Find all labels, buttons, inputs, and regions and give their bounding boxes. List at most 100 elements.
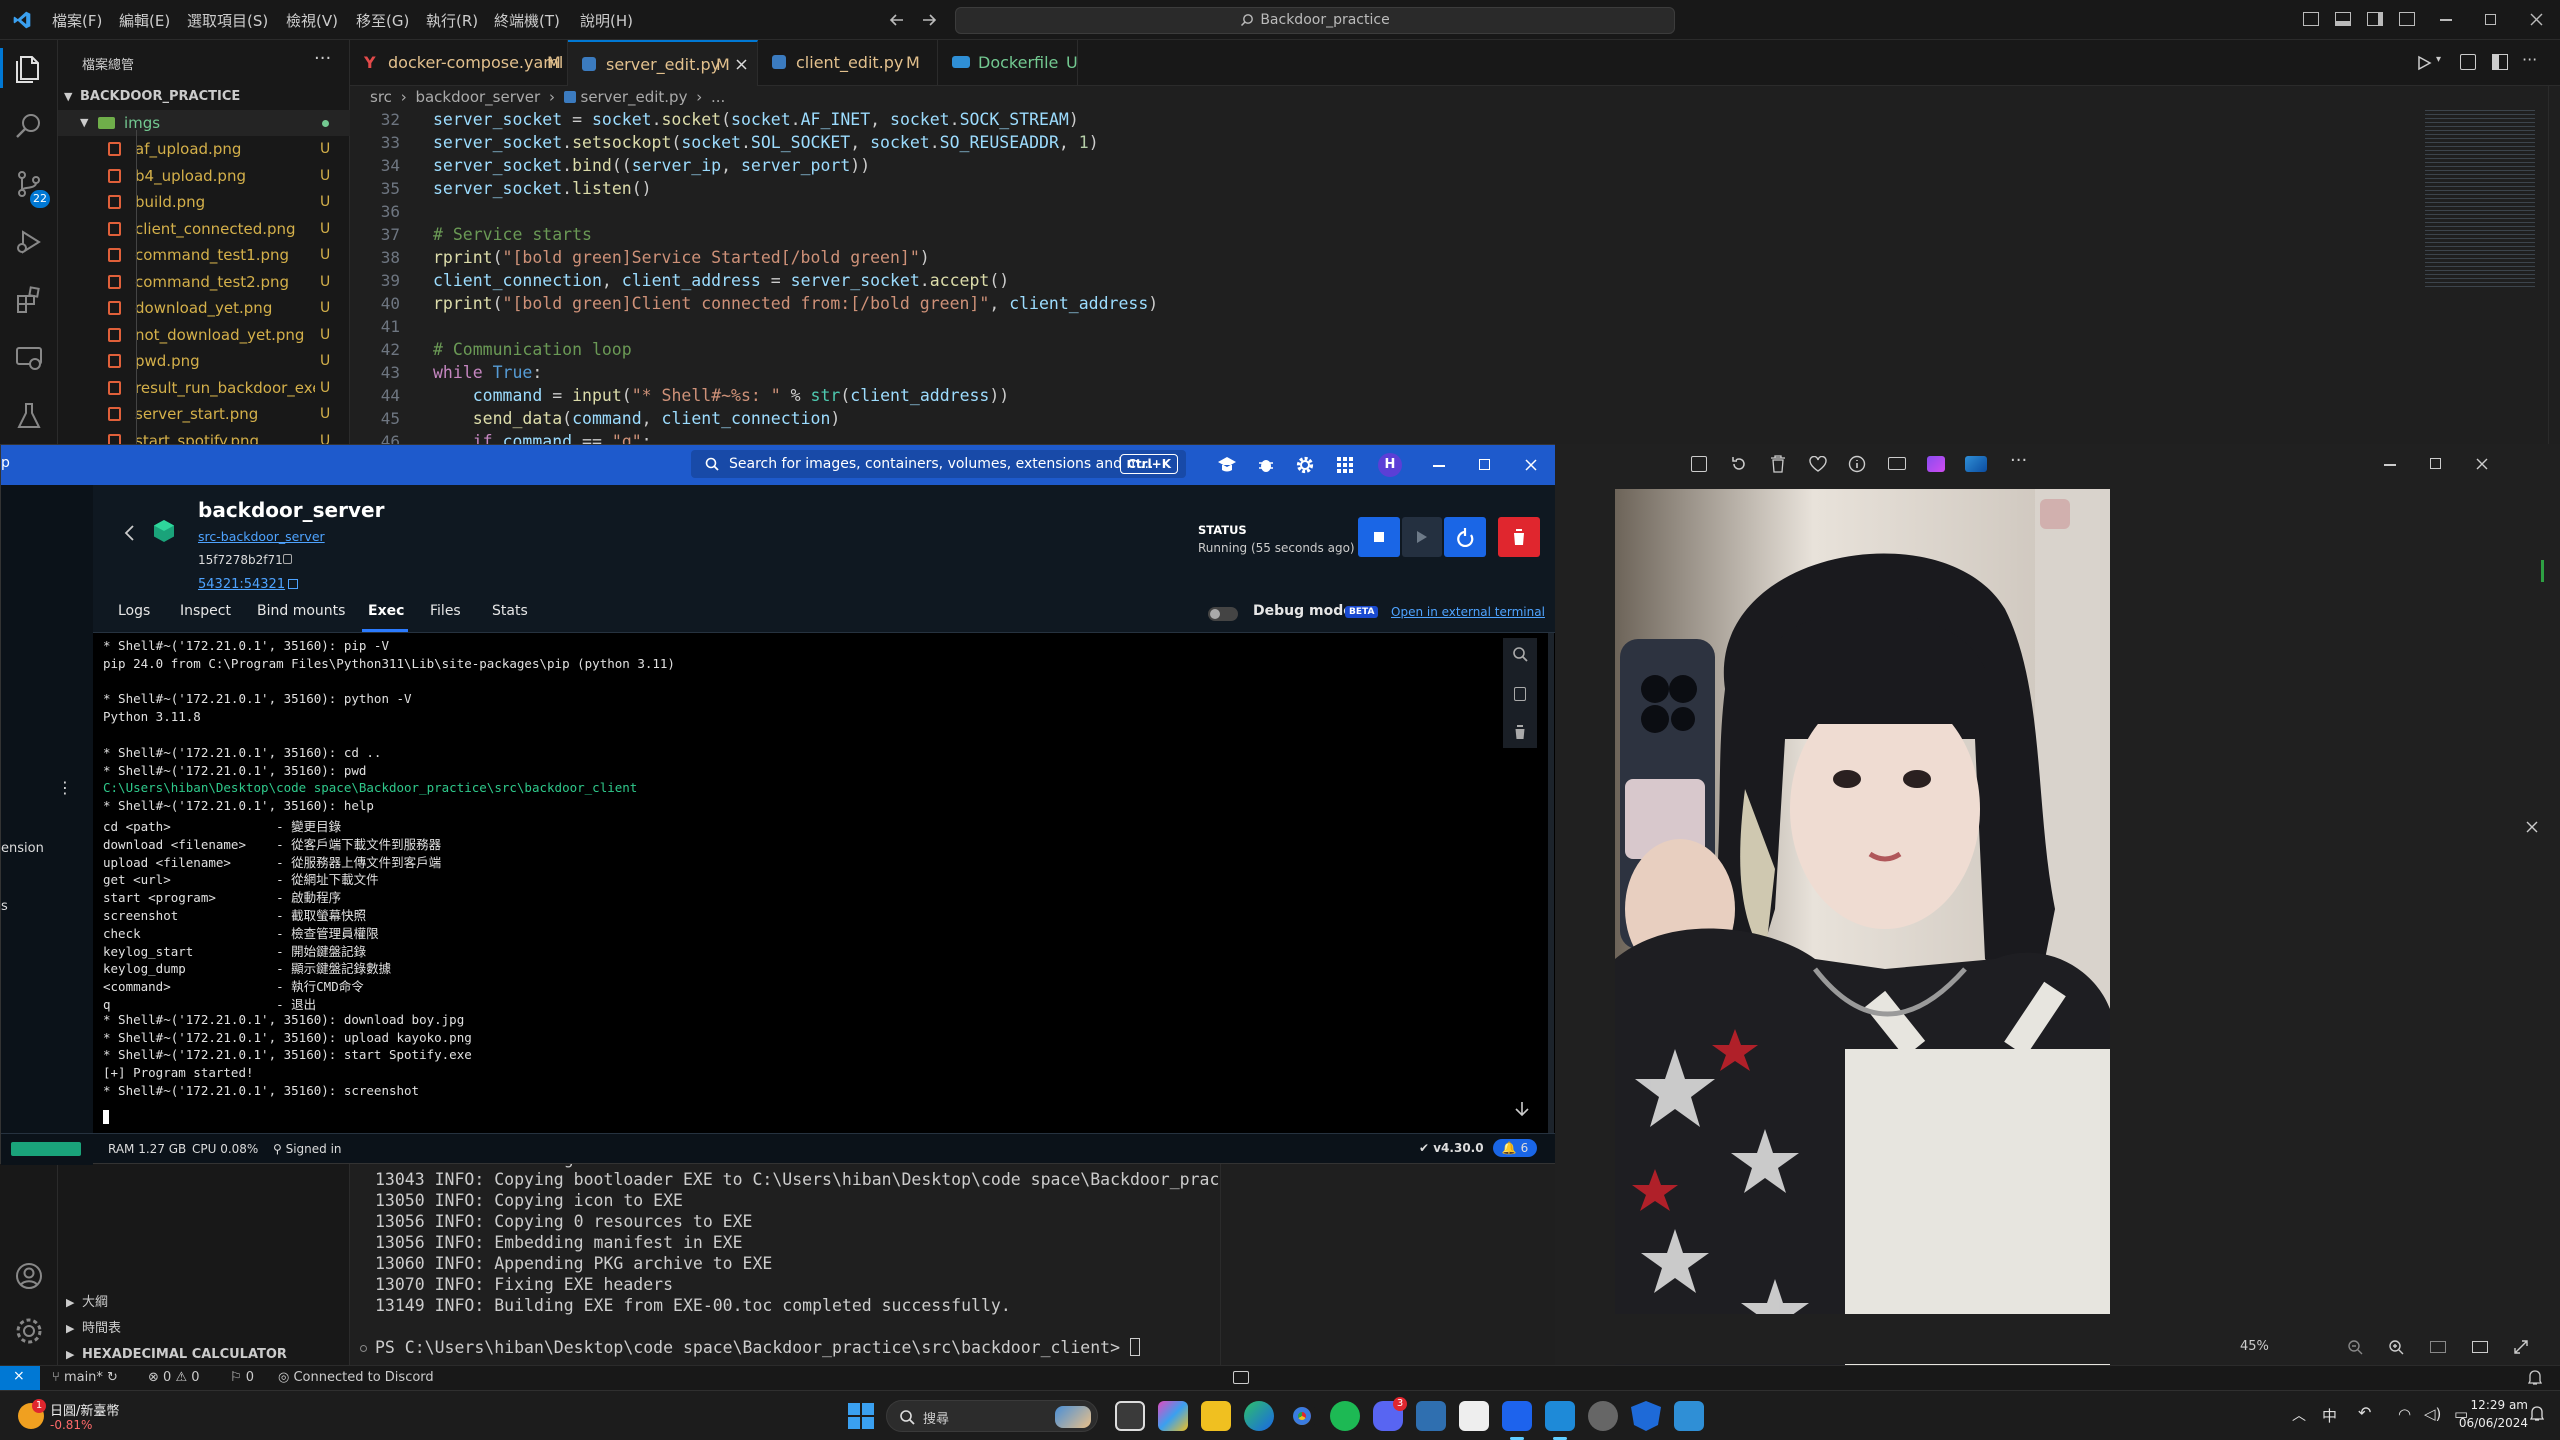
more-actions-icon[interactable]: ··· [2522, 50, 2537, 69]
testing-icon[interactable] [13, 400, 45, 432]
panel-toggle-icon[interactable] [1233, 1371, 1249, 1384]
file-item[interactable]: build.png U [58, 189, 350, 215]
menu-help[interactable]: 說明(H) [580, 10, 633, 31]
toggle-sidebar-icon[interactable] [2303, 12, 2319, 26]
file-item[interactable]: server_start.png U [58, 401, 350, 427]
menu-terminal[interactable]: 終端機(T) [494, 10, 560, 31]
tab-stats[interactable]: Stats [492, 603, 528, 619]
avatar[interactable]: H [1378, 453, 1402, 477]
tab-server-edit[interactable]: server_edit.py M [568, 40, 758, 86]
minimap[interactable] [2425, 110, 2535, 290]
settings-gear-icon[interactable] [13, 1315, 45, 1347]
favorite-heart-icon[interactable] [1809, 456, 1827, 472]
nav-item-label[interactable]: ension [1, 841, 44, 856]
learning-center-icon[interactable] [1217, 456, 1237, 474]
accounts-icon[interactable] [13, 1260, 45, 1292]
file-item[interactable]: download_yet.png U [58, 295, 350, 321]
forward-arrow-icon[interactable] [920, 11, 938, 29]
engine-controls-icon[interactable] [11, 1142, 81, 1156]
editor-scrollbar[interactable] [2548, 86, 2560, 446]
file-item[interactable]: not_download_yet.png U [58, 322, 350, 348]
debug-mode-toggle[interactable] [1208, 607, 1238, 621]
git-branch[interactable]: ⑂ main* ↻ [52, 1370, 118, 1385]
fullscreen-icon[interactable] [2513, 1339, 2529, 1355]
remote-indicator[interactable]: ⨯ [0, 1366, 40, 1390]
port-link[interactable]: 54321:54321 [198, 577, 285, 592]
chevron-up-icon[interactable]: ︿ [2292, 1405, 2306, 1425]
problems-indicator[interactable]: ⊗ 0 ⚠ 0 [148, 1370, 200, 1385]
file-item[interactable]: command_test2.png U [58, 269, 350, 295]
file-item[interactable]: client_connected.png U [58, 216, 350, 242]
close-icon[interactable] [2530, 13, 2543, 26]
rotate-icon[interactable] [1730, 455, 1748, 473]
terminal-prompt[interactable]: PS C:\Users\hiban\Desktop\code space\Bac… [375, 1338, 1140, 1357]
breadcrumb-item[interactable]: src [370, 88, 392, 106]
tab-docker-compose[interactable]: Y docker-compose.yaml M [350, 40, 568, 86]
docker-search[interactable]: Search for images, containers, volumes, … [691, 450, 1186, 478]
stock-name[interactable]: 日圓/新臺幣 [50, 1400, 119, 1419]
menu-view[interactable]: 檢視(V) [286, 10, 338, 31]
copy-icon[interactable] [1514, 687, 1526, 701]
tab-client-edit[interactable]: client_edit.py M [758, 40, 938, 86]
split-editor-icon[interactable] [2492, 54, 2508, 70]
exec-terminal[interactable]: * Shell#~('172.21.0.1', 35160): pip -V pi… [93, 633, 1556, 1133]
fit-to-window-icon[interactable] [2430, 1341, 2446, 1353]
chevron-down-icon[interactable]: ▾ [2436, 54, 2441, 65]
clock-time[interactable]: 12:29 am [2466, 1398, 2528, 1412]
code-editor[interactable]: src › backdoor_server › server_edit.py ›… [350, 86, 2560, 451]
breadcrumb-item[interactable]: ... [711, 88, 725, 106]
wifi-icon[interactable]: ◠ [2398, 1405, 2411, 1423]
actual-size-icon[interactable] [2472, 1341, 2488, 1353]
run-debug-icon[interactable] [13, 226, 45, 258]
search-icon[interactable] [1512, 646, 1528, 662]
notifications-badge[interactable]: 🔔 6 [1493, 1139, 1537, 1157]
more-options-icon[interactable]: ⋮ [57, 780, 73, 796]
open-external-terminal-link[interactable]: Open in external terminal [1391, 605, 1545, 619]
customize-layout-icon[interactable] [2399, 12, 2415, 26]
clock-date[interactable]: 06/06/2024 [2454, 1416, 2528, 1430]
restart-button[interactable] [1444, 517, 1486, 557]
close-icon[interactable] [1525, 459, 1537, 471]
notion-icon[interactable] [1459, 1401, 1489, 1431]
tab-bind-mounts[interactable]: Bind mounts [257, 603, 345, 619]
external-link-icon[interactable] [288, 579, 298, 589]
discord-status[interactable]: ◎ Connected to Discord [278, 1370, 434, 1385]
explorer-icon[interactable] [13, 52, 45, 84]
start-button[interactable] [1402, 517, 1442, 557]
terminal-panel[interactable]: 13042 INFO: Building EXE because EXE-00.… [350, 1128, 1309, 1365]
defender-shield-icon[interactable] [1631, 1401, 1661, 1431]
run-file-icon[interactable] [2416, 55, 2432, 71]
file-item[interactable]: af_upload.png U [58, 136, 350, 162]
toggle-panel-icon[interactable] [2335, 12, 2351, 26]
ime-mode-icon[interactable]: ↶ [2358, 1403, 2371, 1422]
close-tab-icon[interactable] [736, 59, 747, 70]
workspace-root[interactable]: ▼ BACKDOOR_PRACTICE [58, 84, 350, 110]
close-icon[interactable] [2526, 821, 2538, 833]
minimize-icon[interactable] [2440, 19, 2452, 21]
nav-item-label[interactable]: s [1, 899, 8, 914]
back-chevron-icon[interactable] [123, 525, 135, 541]
tab-dockerfile[interactable]: Dockerfile U [938, 40, 1078, 86]
more-actions-icon[interactable]: ··· [314, 48, 331, 69]
toggle-secondary-sidebar-icon[interactable] [2367, 12, 2383, 26]
minimize-icon[interactable] [2384, 464, 2396, 466]
notifications-bell-icon[interactable] [2528, 1370, 2542, 1386]
delete-button[interactable] [1498, 517, 1540, 557]
copilot-icon[interactable] [1158, 1401, 1188, 1431]
section-outline[interactable]: ▶ 大綱 [58, 1290, 350, 1316]
open-changes-icon[interactable] [2460, 54, 2476, 70]
exec-scrollbar[interactable] [1548, 633, 1554, 1133]
settings-gear-icon[interactable] [1588, 1401, 1618, 1431]
ports-indicator[interactable]: ⚐ 0 [230, 1370, 254, 1385]
photos-app-icon[interactable] [1416, 1401, 1446, 1431]
docker-desktop-icon[interactable] [1502, 1401, 1532, 1431]
extensions-icon[interactable] [13, 284, 45, 316]
remote-explorer-icon[interactable] [13, 342, 45, 374]
menu-edit[interactable]: 編輯(E) [119, 10, 170, 31]
maximize-icon[interactable] [1479, 459, 1490, 470]
restore-icon[interactable] [2485, 14, 2496, 25]
version-label[interactable]: ✔ v4.30.0 [1419, 1141, 1484, 1155]
spotify-icon[interactable] [1330, 1401, 1360, 1431]
clipchamp-icon[interactable] [1927, 456, 1945, 472]
print-icon[interactable] [1888, 457, 1906, 470]
